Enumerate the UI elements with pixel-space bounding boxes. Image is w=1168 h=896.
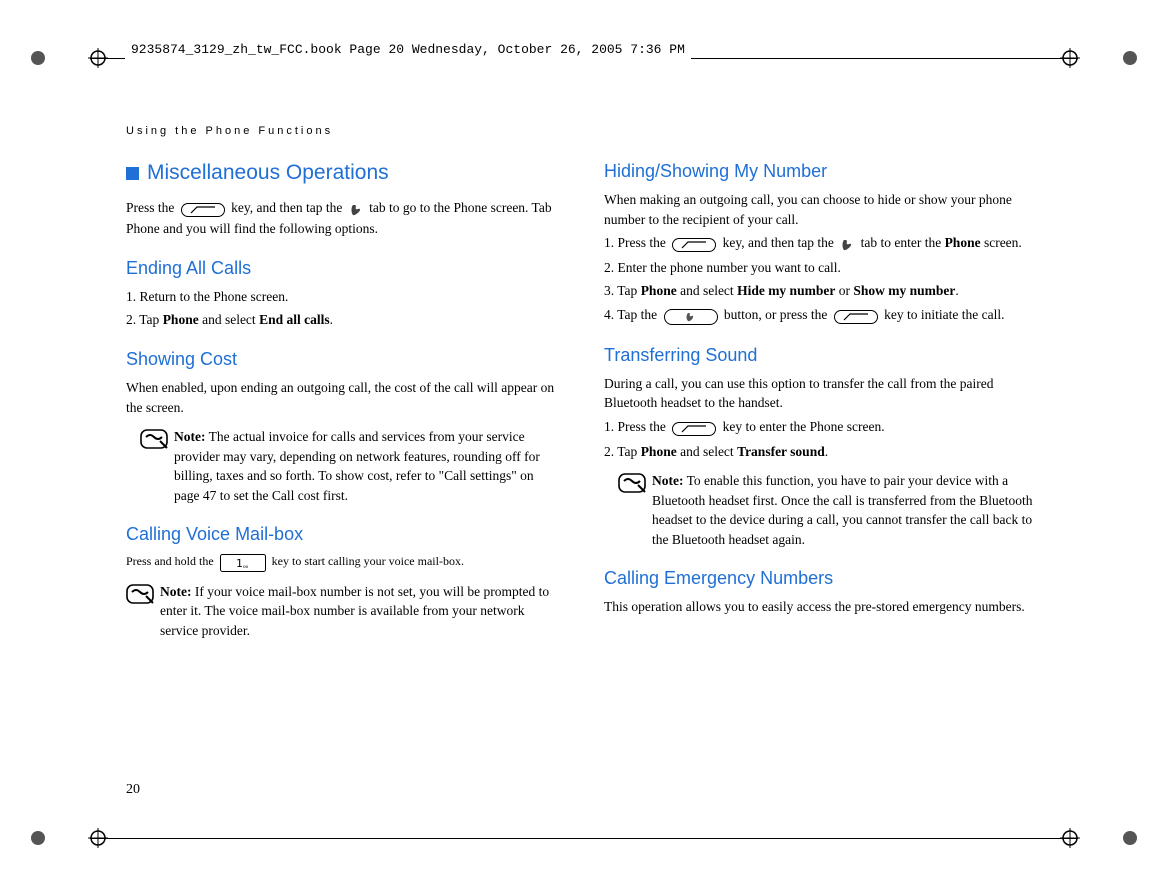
text: key, and then tap the	[231, 200, 346, 215]
text: 1. Press the	[604, 235, 669, 250]
note-label: Note:	[652, 473, 683, 488]
text: The actual invoice for calls and service…	[174, 429, 540, 503]
note-voicemail: Note: If your voice mail-box number is n…	[126, 582, 568, 641]
subheading-transfer-sound: Transferring Sound	[604, 342, 1046, 368]
step: 2. Enter the phone number you want to ca…	[604, 258, 1046, 278]
note-transfer-sound: Note: To enable this function, you have …	[618, 471, 1046, 549]
note-icon	[126, 584, 154, 608]
one-key-icon: 1ₒₒ	[220, 554, 266, 572]
svg-text:1: 1	[236, 557, 243, 570]
crop-register-icon	[1060, 828, 1080, 848]
text: If your voice mail-box number is not set…	[160, 584, 549, 638]
text: button, or press the	[724, 307, 831, 322]
bold-text: Hide my number	[737, 283, 835, 298]
subheading-showing-cost: Showing Cost	[126, 346, 568, 372]
text: key to initiate the call.	[884, 307, 1004, 322]
text: 1. Press the	[604, 419, 669, 434]
note-text: Note: If your voice mail-box number is n…	[160, 582, 562, 641]
paragraph: When making an outgoing call, you can ch…	[604, 190, 1046, 229]
running-header: Using the Phone Functions	[126, 124, 1046, 140]
text: Press the	[126, 200, 178, 215]
bold-text: Phone	[163, 312, 199, 327]
text: key to enter the Phone screen.	[723, 419, 885, 434]
crop-register-icon	[1060, 48, 1080, 68]
step: 1. Press the key, and then tap the tab t…	[604, 233, 1046, 254]
note-icon	[140, 429, 168, 453]
text: .	[825, 444, 828, 459]
paragraph: During a call, you can use this option t…	[604, 374, 1046, 413]
crop-register-icon	[88, 48, 108, 68]
note-icon	[618, 473, 646, 497]
paragraph: Press and hold the 1ₒₒ key to start call…	[126, 553, 568, 571]
section-bullet-icon	[126, 167, 139, 180]
crop-target-icon	[28, 828, 48, 848]
svg-text:ₒₒ: ₒₒ	[243, 559, 249, 569]
text: key, and then tap the	[723, 235, 838, 250]
send-key-icon	[834, 306, 878, 326]
text: and select	[677, 444, 737, 459]
bold-text: Phone	[641, 283, 677, 298]
send-key-icon	[672, 418, 716, 438]
text: 2. Tap	[126, 312, 163, 327]
text: key to start calling your voice mail-box…	[272, 554, 464, 568]
text: and select	[199, 312, 259, 327]
note-text: Note: To enable this function, you have …	[652, 471, 1040, 549]
text: or	[835, 283, 853, 298]
call-button-icon	[664, 306, 718, 326]
text: 2. Tap	[604, 444, 641, 459]
left-column: Miscellaneous Operations Press the key, …	[126, 158, 568, 641]
subheading-hide-number: Hiding/Showing My Number	[604, 158, 1046, 184]
text: and select	[677, 283, 737, 298]
subheading-ending-calls: Ending All Calls	[126, 255, 568, 281]
note-label: Note:	[174, 429, 205, 444]
crop-target-icon	[28, 48, 48, 68]
step: 1. Return to the Phone screen.	[126, 287, 568, 307]
send-key-icon	[181, 200, 225, 220]
subheading-voicemail: Calling Voice Mail-box	[126, 521, 568, 547]
phone-tab-icon	[840, 234, 854, 254]
crop-bar-bottom	[0, 828, 1168, 848]
crop-target-icon	[1120, 828, 1140, 848]
crop-register-icon	[88, 828, 108, 848]
page-number: 20	[126, 780, 140, 800]
text: 3. Tap	[604, 283, 641, 298]
crop-line	[90, 838, 1078, 839]
page-content: Using the Phone Functions Miscellaneous …	[126, 124, 1046, 640]
bold-text: End all calls	[259, 312, 330, 327]
text: .	[955, 283, 958, 298]
framemaker-stamp: 9235874_3129_zh_tw_FCC.book Page 20 Wedn…	[125, 41, 691, 60]
bold-text: Show my number	[853, 283, 955, 298]
phone-tab-icon	[349, 200, 363, 220]
bold-text: Phone	[945, 235, 981, 250]
section-heading-miscellaneous: Miscellaneous Operations	[126, 158, 568, 188]
note-showing-cost: Note: The actual invoice for calls and s…	[140, 427, 568, 505]
bold-text: Transfer sound	[737, 444, 825, 459]
paragraph: This operation allows you to easily acce…	[604, 597, 1046, 617]
text: screen.	[981, 235, 1022, 250]
step: 4. Tap the button, or press the key to i…	[604, 305, 1046, 326]
paragraph: When enabled, upon ending an outgoing ca…	[126, 378, 568, 417]
text: To enable this function, you have to pai…	[652, 473, 1033, 547]
crop-target-icon	[1120, 48, 1140, 68]
right-column: Hiding/Showing My Number When making an …	[604, 158, 1046, 641]
step: 1. Press the key to enter the Phone scre…	[604, 417, 1046, 438]
heading-text: Miscellaneous Operations	[147, 158, 389, 188]
text: 4. Tap the	[604, 307, 661, 322]
intro-paragraph: Press the key, and then tap the tab to g…	[126, 198, 568, 238]
step: 2. Tap Phone and select Transfer sound.	[604, 442, 1046, 462]
note-text: Note: The actual invoice for calls and s…	[174, 427, 562, 505]
step: 3. Tap Phone and select Hide my number o…	[604, 281, 1046, 301]
step: 2. Tap Phone and select End all calls.	[126, 310, 568, 330]
text: Press and hold the	[126, 554, 217, 568]
text: .	[330, 312, 333, 327]
text: tab to enter the	[861, 235, 945, 250]
subheading-emergency: Calling Emergency Numbers	[604, 565, 1046, 591]
note-label: Note:	[160, 584, 191, 599]
send-key-icon	[672, 234, 716, 254]
bold-text: Phone	[641, 444, 677, 459]
